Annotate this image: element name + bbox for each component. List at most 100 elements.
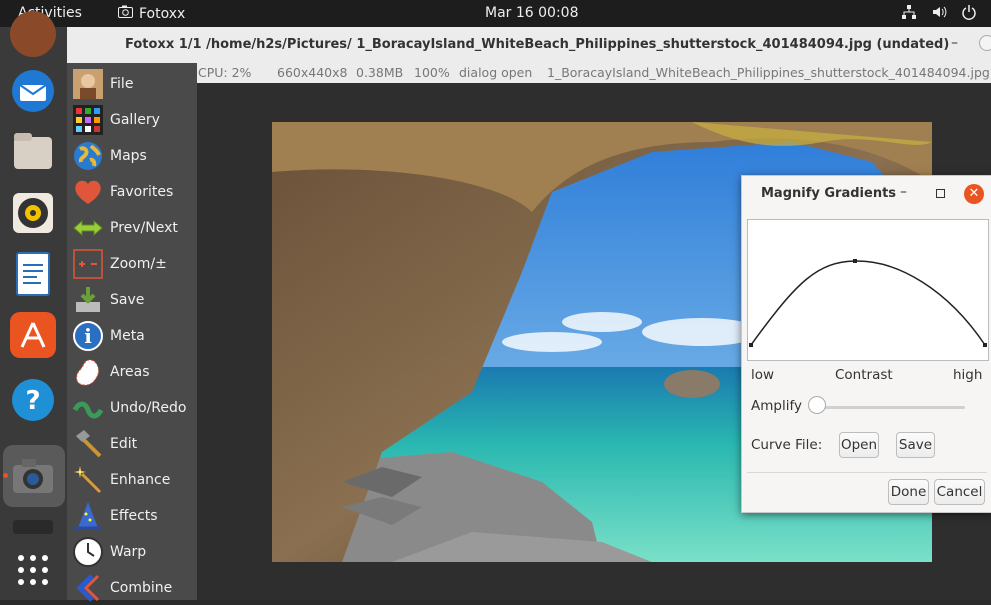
combine-icon [72,572,104,604]
window-titlebar[interactable]: Fotoxx 1/1 /home/h2s/Pictures/ 1_Boracay… [67,27,991,64]
dialog-separator [747,472,987,473]
sidebar-item-label: Warp [110,544,147,560]
window-title: Fotoxx 1/1 /home/h2s/Pictures/ 1_Boracay… [125,37,950,52]
sidebar-item-label: Favorites [110,184,174,200]
sidebar-item-file[interactable]: File [72,67,197,101]
sidebar-item-enhance[interactable]: Enhance [72,463,197,497]
sidebar-item-areas[interactable]: Areas [72,355,197,389]
zoom-icon [72,248,104,280]
contrast-curve-editor[interactable] [747,219,989,361]
fotoxx-dock-icon[interactable] [10,453,56,499]
sidebar-item-label: Meta [110,328,145,344]
app-name-label: Fotoxx [139,5,186,22]
camera-icon [118,5,133,22]
sidebar-item-label: Areas [110,364,150,380]
minimize-button[interactable]: – [951,35,958,51]
sidebar-item-prev-next[interactable]: Prev/Next [72,211,197,245]
sidebar-item-label: Save [110,292,145,308]
wizard-hat-icon [72,500,104,532]
help-icon[interactable]: ? [10,377,56,423]
svg-text:?: ? [25,386,40,416]
sidebar-item-label: Edit [110,436,138,452]
sidebar-item-meta[interactable]: i Meta [72,319,197,353]
file-portrait-icon [72,68,104,100]
maximize-button[interactable] [979,35,991,51]
sidebar-item-label: Zoom/± [110,256,167,272]
curve-node[interactable] [749,343,753,347]
sidebar-item-undo-redo[interactable]: Undo/Redo [72,391,197,425]
amplify-slider-track[interactable] [817,406,965,409]
sidebar-item-maps[interactable]: Maps [72,139,197,173]
wand-icon [72,464,104,496]
dialog-minimize-button[interactable]: – [900,184,907,200]
sidebar-item-label: File [110,76,134,92]
status-bar: CPU: 2% 660x440x8 0.38MB 100% dialog ope… [197,63,991,83]
dock-app-icon[interactable] [10,11,56,57]
writer-icon[interactable] [10,251,56,297]
arrows-icon [72,212,104,244]
save-curve-button[interactable]: Save [896,432,935,458]
top-bar: Activities Fotoxx Mar 16 00:08 [0,0,991,27]
sidebar-item-label: Combine [110,580,173,596]
magnify-gradients-dialog: Magnify Gradients – ✕ low Contrast high … [741,175,991,513]
terminal-icon[interactable] [10,519,56,535]
dialog-maximize-button[interactable] [936,189,945,198]
sidebar-item-warp[interactable]: Warp [72,535,197,569]
thunderbird-icon[interactable] [10,68,56,114]
amplify-slider-knob[interactable] [808,396,826,414]
high-label: high [953,367,983,383]
sidebar-item-label: Effects [110,508,158,524]
clock-icon [72,536,104,568]
cpu-usage: CPU: 2% [198,65,252,80]
sidebar-menu: File Gallery Maps Favorites Prev/Next Zo… [67,63,197,602]
software-store-icon[interactable] [10,312,56,358]
mode-status: dialog open [459,65,533,80]
dialog-close-button[interactable]: ✕ [964,184,984,204]
open-button[interactable]: Open [839,432,879,458]
gallery-icon [72,104,104,136]
globe-icon [72,140,104,172]
files-icon[interactable] [10,129,56,175]
dialog-title: Magnify Gradients [761,186,897,201]
low-label: low [751,367,775,383]
volume-icon[interactable] [931,4,947,24]
heart-icon [72,176,104,208]
curve-node[interactable] [983,343,987,347]
cancel-button[interactable]: Cancel [934,479,985,505]
sidebar-item-label: Enhance [110,472,171,488]
zoom-level: 100% [414,65,450,80]
areas-icon [72,356,104,388]
sidebar-item-edit[interactable]: Edit [72,427,197,461]
sidebar-item-label: Gallery [110,112,160,128]
rhythmbox-icon[interactable] [10,190,56,236]
power-icon[interactable] [961,4,977,24]
done-button[interactable]: Done [888,479,929,505]
sidebar-item-effects[interactable]: Effects [72,499,197,533]
network-icon[interactable] [901,4,917,24]
sidebar-item-zoom[interactable]: Zoom/± [72,247,197,281]
file-name: 1_BoracayIsland_WhiteBeach_Philippines_s… [547,65,990,80]
file-size: 0.38MB [356,65,404,80]
sidebar-item-label: Undo/Redo [110,400,187,416]
curve-node[interactable] [853,259,857,263]
app-menu[interactable]: Fotoxx [118,5,185,22]
sidebar-item-save[interactable]: Save [72,283,197,317]
image-dimensions: 660x440x8 [277,65,348,80]
hammer-icon [72,428,104,460]
sidebar-item-label: Prev/Next [110,220,178,236]
clock[interactable]: Mar 16 00:08 [485,5,578,21]
save-icon [72,284,104,316]
system-tray[interactable] [901,4,977,24]
dock: ? [0,11,67,600]
svg-text:i: i [84,324,92,348]
curve-file-label: Curve File: [751,437,823,453]
undo-redo-icon [72,392,104,424]
contrast-label: Contrast [835,367,893,383]
amplify-label: Amplify [751,398,802,414]
sidebar-item-label: Maps [110,148,147,164]
sidebar-item-gallery[interactable]: Gallery [72,103,197,137]
dock-running-indicator [3,473,8,478]
sidebar-item-favorites[interactable]: Favorites [72,175,197,209]
info-icon: i [72,320,104,352]
show-apps-icon[interactable] [10,547,56,593]
